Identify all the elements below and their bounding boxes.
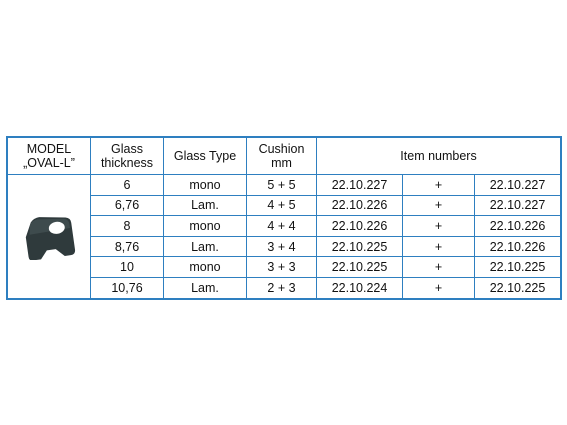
header-cushion: Cushion mm	[246, 137, 317, 175]
cell-item-b: 22.10.225	[473, 256, 562, 278]
cell-item-b: 22.10.226	[473, 235, 562, 258]
cell-cushion: 5 + 5	[246, 174, 317, 196]
header-glass-thickness: Glass thickness	[90, 137, 164, 175]
cell-item-a: 22.10.226	[316, 215, 403, 237]
cell-plus: +	[402, 256, 475, 278]
cell-item-a: 22.10.227	[316, 174, 403, 196]
cell-cushion: 4 + 5	[246, 194, 317, 217]
header-glass-line1: Glass	[111, 142, 143, 156]
cell-item-a: 22.10.226	[316, 194, 403, 217]
cell-item-b: 22.10.227	[473, 174, 562, 196]
header-glass-type: Glass Type	[163, 137, 247, 175]
cell-cushion: 4 + 4	[246, 215, 317, 237]
cell-thickness: 8	[90, 215, 164, 237]
header-cushion-line1: Cushion	[258, 142, 305, 156]
cell-plus: +	[402, 194, 475, 217]
cell-thickness: 8,76	[90, 235, 164, 258]
cell-item-a: 22.10.225	[316, 256, 403, 278]
cell-plus: +	[402, 215, 475, 237]
cell-thickness: 10	[90, 256, 164, 278]
cell-type: Lam.	[163, 235, 247, 258]
header-glass-line2: thickness	[100, 156, 154, 170]
cell-plus: +	[402, 235, 475, 258]
cell-cushion: 3 + 4	[246, 235, 317, 258]
cell-thickness: 10,76	[90, 276, 164, 299]
spec-table: MODEL „OVAL-L” Glass thickness Glass Typ…	[5, 136, 563, 300]
cell-thickness: 6	[90, 174, 164, 196]
header-model-line2: „OVAL-L”	[23, 156, 75, 170]
cell-type: mono	[163, 256, 247, 278]
header-model-line1: MODEL	[26, 142, 72, 156]
cell-item-b: 22.10.226	[473, 215, 562, 237]
cell-plus: +	[402, 174, 475, 196]
cell-item-a: 22.10.225	[316, 235, 403, 258]
cell-type: mono	[163, 174, 247, 196]
cell-item-b: 22.10.227	[473, 194, 562, 217]
cell-cushion: 3 + 3	[246, 256, 317, 278]
cell-type: mono	[163, 215, 247, 237]
header-item-numbers: Item numbers	[315, 137, 562, 175]
cell-cushion: 2 + 3	[246, 276, 317, 299]
cell-type: Lam.	[163, 194, 247, 217]
oval-l-cushion-pad-icon	[25, 217, 76, 261]
cell-thickness: 6,76	[90, 194, 164, 217]
cell-type: Lam.	[163, 276, 247, 299]
cell-item-a: 22.10.224	[316, 276, 403, 299]
cell-item-b: 22.10.225	[473, 276, 562, 299]
cell-plus: +	[402, 276, 475, 299]
header-model: MODEL „OVAL-L”	[7, 137, 91, 175]
header-cushion-line2: mm	[271, 156, 292, 170]
header-row: MODEL „OVAL-L” Glass thickness Glass Typ…	[7, 137, 562, 175]
model-image-cell	[7, 174, 91, 299]
table-row: 6 mono 5 + 5 22.10.227 + 22.10.227	[7, 174, 562, 299]
